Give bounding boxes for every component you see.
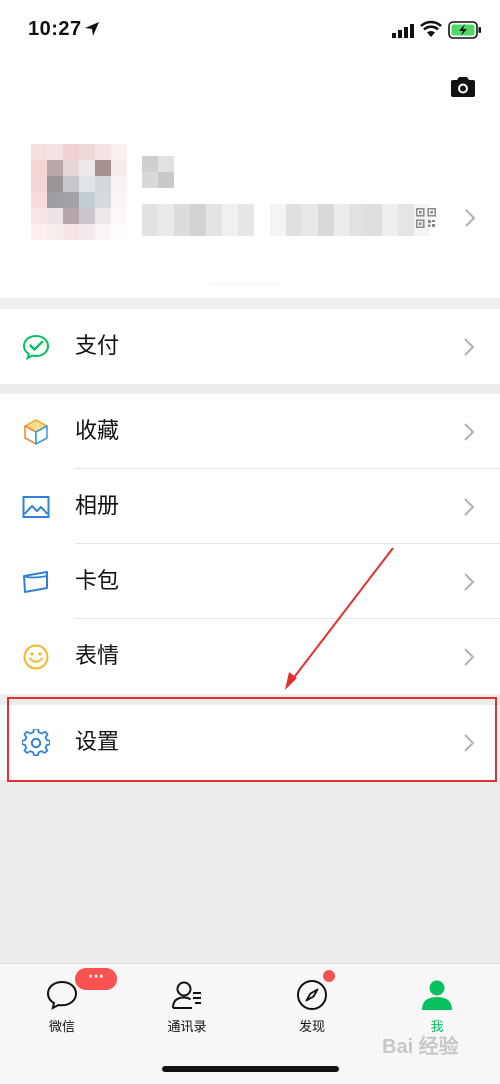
menu-label-cards: 卡包 xyxy=(75,569,120,594)
qr-code-icon[interactable] xyxy=(416,208,436,228)
nickname-blurred xyxy=(142,156,174,188)
menu-label-settings: 设置 xyxy=(75,730,120,755)
settings-gear-icon xyxy=(22,729,50,757)
wifi-icon xyxy=(420,20,442,37)
status-time: 10:27 xyxy=(28,18,82,40)
features-group: 收藏 相册 卡包 表情 xyxy=(0,394,500,694)
watermark: Bai 经验 xyxy=(382,1036,459,1058)
menu-label-stickers: 表情 xyxy=(75,644,120,669)
menu-label-favorites: 收藏 xyxy=(75,419,120,444)
tab-label-contacts: 通讯录 xyxy=(167,1020,207,1035)
chevron-right-icon xyxy=(464,648,475,666)
avatar[interactable] xyxy=(31,144,127,240)
menu-item-album[interactable]: 相册 xyxy=(0,469,500,544)
compass-icon xyxy=(297,980,327,1010)
smiley-face-icon xyxy=(23,644,49,670)
pay-icon xyxy=(22,334,50,360)
chevron-right-icon xyxy=(464,498,475,516)
chevron-right-icon xyxy=(464,573,475,591)
menu-item-pay[interactable]: 支付 xyxy=(0,309,500,384)
chevron-right-icon xyxy=(464,423,475,441)
tab-label-discover: 发现 xyxy=(298,1020,325,1035)
discover-notification-dot xyxy=(323,970,335,982)
divider xyxy=(210,284,280,285)
battery-charging-icon xyxy=(448,21,481,39)
location-arrow-icon xyxy=(85,22,99,36)
wechat-id-blurred xyxy=(142,204,430,236)
status-bar: 10:27 xyxy=(0,0,500,62)
chevron-right-icon xyxy=(465,209,476,227)
chat-bubble-icon xyxy=(46,980,78,1010)
album-image-icon xyxy=(22,496,50,518)
tab-me[interactable]: 我 xyxy=(392,978,482,1038)
profile-header[interactable] xyxy=(0,62,500,298)
contacts-person-icon xyxy=(172,981,201,1009)
menu-item-settings[interactable]: 设置 xyxy=(0,705,500,780)
favorites-cube-icon xyxy=(24,419,48,445)
menu-item-favorites[interactable]: 收藏 xyxy=(0,394,500,469)
menu-label-pay: 支付 xyxy=(75,334,120,359)
menu-label-album: 相册 xyxy=(75,494,120,519)
home-indicator xyxy=(162,1066,339,1072)
unread-badge: ··· xyxy=(75,968,117,990)
tab-discover[interactable]: 发现 xyxy=(267,978,357,1038)
tab-contacts[interactable]: 通讯录 xyxy=(142,978,232,1038)
tab-label-chats: 微信 xyxy=(48,1020,75,1035)
cellular-signal-icon xyxy=(392,24,414,38)
camera-icon[interactable] xyxy=(449,75,477,99)
me-person-icon xyxy=(422,980,452,1010)
chevron-right-icon xyxy=(464,734,475,752)
menu-item-cards[interactable]: 卡包 xyxy=(0,544,500,619)
card-wallet-icon xyxy=(23,571,48,593)
pay-group: 支付 xyxy=(0,309,500,384)
settings-group: 设置 xyxy=(0,705,500,780)
chevron-right-icon xyxy=(464,338,475,356)
menu-item-stickers[interactable]: 表情 xyxy=(0,619,500,694)
